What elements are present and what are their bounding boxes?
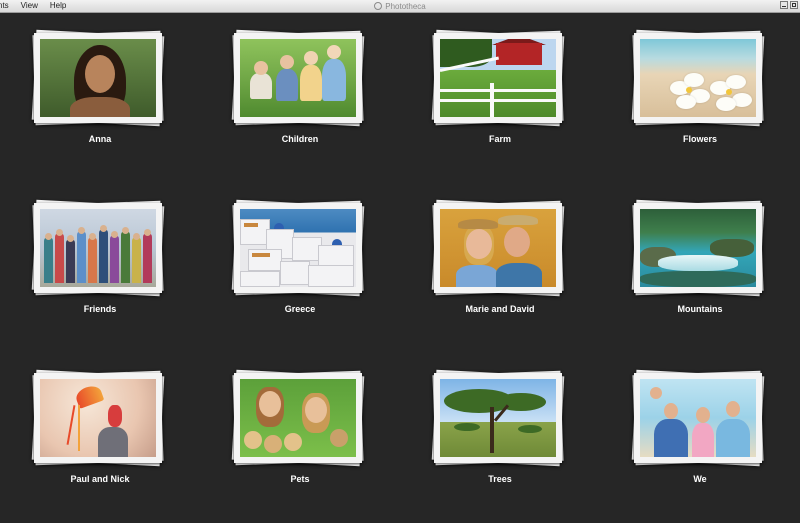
album-thumbnail-stack [31, 199, 165, 297]
photo-sheet [34, 33, 162, 123]
photo-sheet [34, 203, 162, 293]
album-farm[interactable]: Farm [400, 13, 600, 183]
album-label: Mountains [677, 304, 723, 314]
window-title: Phototheca [0, 2, 800, 11]
album-label: Marie and David [465, 304, 535, 314]
album-we[interactable]: We [600, 353, 800, 523]
album-label: Anna [88, 134, 112, 144]
album-cover-photo [640, 379, 756, 457]
album-label: Children [281, 134, 319, 144]
title-bar: nts View Help Phototheca [0, 0, 800, 13]
photo-sheet [234, 33, 362, 123]
album-greece[interactable]: Greece [200, 183, 400, 353]
album-label: Flowers [682, 134, 717, 144]
album-thumbnail-stack [231, 29, 365, 127]
album-cover-photo [40, 209, 156, 287]
photo-sheet [234, 203, 362, 293]
album-cover-photo [640, 39, 756, 117]
album-thumbnail-stack [431, 369, 565, 467]
album-cover-photo [440, 39, 556, 117]
photo-sheet [634, 203, 762, 293]
album-thumbnail-stack [631, 199, 765, 297]
photo-sheet [234, 373, 362, 463]
album-cover-photo [640, 209, 756, 287]
album-trees[interactable]: Trees [400, 353, 600, 523]
album-thumbnail-stack [431, 29, 565, 127]
album-thumbnail-stack [31, 369, 165, 467]
album-cover-photo [40, 379, 156, 457]
album-anna[interactable]: Anna [0, 13, 200, 183]
album-label: Pets [290, 474, 310, 484]
album-children[interactable]: Children [200, 13, 400, 183]
window-title-text: Phototheca [385, 2, 426, 11]
album-cover-photo [40, 39, 156, 117]
photo-sheet [434, 203, 562, 293]
album-pets[interactable]: Pets [200, 353, 400, 523]
photo-sheet [34, 373, 162, 463]
photo-sheet [634, 373, 762, 463]
album-label: Friends [83, 304, 117, 314]
album-thumbnail-stack [31, 29, 165, 127]
album-label: Trees [488, 474, 512, 484]
album-label: Greece [284, 304, 316, 314]
album-thumbnail-stack [431, 199, 565, 297]
album-marie-and-david[interactable]: Marie and David [400, 183, 600, 353]
photo-sheet [434, 373, 562, 463]
minimize-button[interactable] [780, 1, 788, 9]
album-label: Farm [488, 134, 511, 144]
album-label: We [693, 474, 707, 484]
album-flowers[interactable]: Flowers [600, 13, 800, 183]
album-thumbnail-stack [631, 369, 765, 467]
album-cover-photo [440, 209, 556, 287]
album-label: Paul and Nick [70, 474, 130, 484]
album-cover-photo [240, 209, 356, 287]
album-paul-and-nick[interactable]: Paul and Nick [0, 353, 200, 523]
album-thumbnail-stack [231, 369, 365, 467]
album-cover-photo [240, 379, 356, 457]
album-cover-photo [440, 379, 556, 457]
album-grid: Anna Children Farm Flowers Friends Greec… [0, 13, 800, 514]
album-mountains[interactable]: Mountains [600, 183, 800, 353]
album-thumbnail-stack [231, 199, 365, 297]
album-cover-photo [240, 39, 356, 117]
album-friends[interactable]: Friends [0, 183, 200, 353]
app-icon [374, 2, 383, 10]
photo-sheet [434, 33, 562, 123]
photo-sheet [634, 33, 762, 123]
window-controls [780, 1, 798, 9]
album-thumbnail-stack [631, 29, 765, 127]
maximize-button[interactable] [790, 1, 798, 9]
